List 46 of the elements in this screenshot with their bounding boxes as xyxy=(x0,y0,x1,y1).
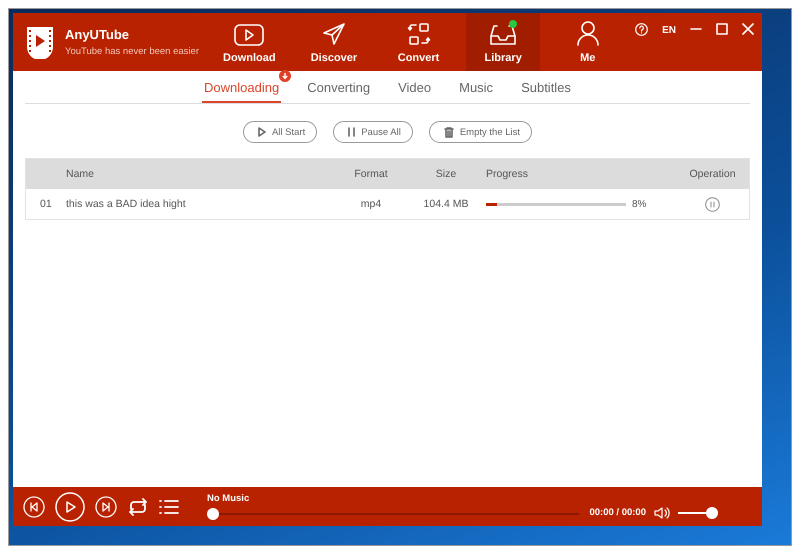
column-header: Operation xyxy=(688,168,737,180)
track-title: No Music xyxy=(207,493,250,504)
next-button[interactable] xyxy=(95,496,117,518)
column-header: Format xyxy=(353,168,389,180)
category-tab[interactable]: Video xyxy=(396,71,434,103)
size-cell-text: 104.4 MB xyxy=(422,198,470,210)
pause-button[interactable] xyxy=(705,196,720,212)
nav-tab[interactable]: Convert xyxy=(381,13,456,71)
help-icon[interactable] xyxy=(635,23,648,36)
app-tagline: YouTube has never been easier xyxy=(65,46,199,57)
user-icon xyxy=(576,20,599,46)
category-tab[interactable]: Subtitles xyxy=(519,71,573,103)
convert-icon xyxy=(406,22,431,46)
close-icon[interactable] xyxy=(742,23,754,35)
nav-tab[interactable]: Library xyxy=(466,13,540,71)
play-button[interactable] xyxy=(55,492,85,522)
play-icon xyxy=(234,24,264,46)
maximize-icon[interactable] xyxy=(716,23,728,35)
action-button[interactable]: All Start xyxy=(242,121,318,143)
nav-tab[interactable]: Download xyxy=(212,13,287,71)
language-button[interactable]: EN xyxy=(662,25,676,36)
column-header: Size xyxy=(434,168,458,180)
column-header: Name xyxy=(66,168,96,180)
volume-icon[interactable] xyxy=(654,506,670,520)
pause-icon xyxy=(348,127,356,137)
inbox-icon xyxy=(490,24,516,46)
nav-tab[interactable]: Me xyxy=(550,13,626,71)
action-button[interactable]: Pause All xyxy=(333,121,413,143)
app-name: AnyUTube xyxy=(65,27,130,42)
playback-time: 00:00 / 00:00 xyxy=(589,507,646,518)
repeat-button[interactable] xyxy=(127,496,149,516)
paper-plane-icon xyxy=(322,22,346,46)
previous-button[interactable] xyxy=(23,496,45,518)
trash-icon xyxy=(444,126,454,138)
logo-icon xyxy=(25,25,55,59)
row-number: 01 xyxy=(39,198,53,210)
file-name: this was a BAD idea hight xyxy=(66,198,187,210)
play-icon xyxy=(258,127,266,137)
category-tab[interactable]: Music xyxy=(457,71,496,103)
action-button[interactable]: Empty the List xyxy=(428,121,532,143)
column-header: Progress xyxy=(486,168,530,180)
category-tab[interactable]: Converting xyxy=(305,71,372,103)
playlist-button[interactable] xyxy=(159,498,179,514)
nav-tab[interactable]: Discover xyxy=(296,13,372,71)
format-cell-text: mp4 xyxy=(360,198,382,210)
progress-percent: 8% xyxy=(632,198,646,210)
